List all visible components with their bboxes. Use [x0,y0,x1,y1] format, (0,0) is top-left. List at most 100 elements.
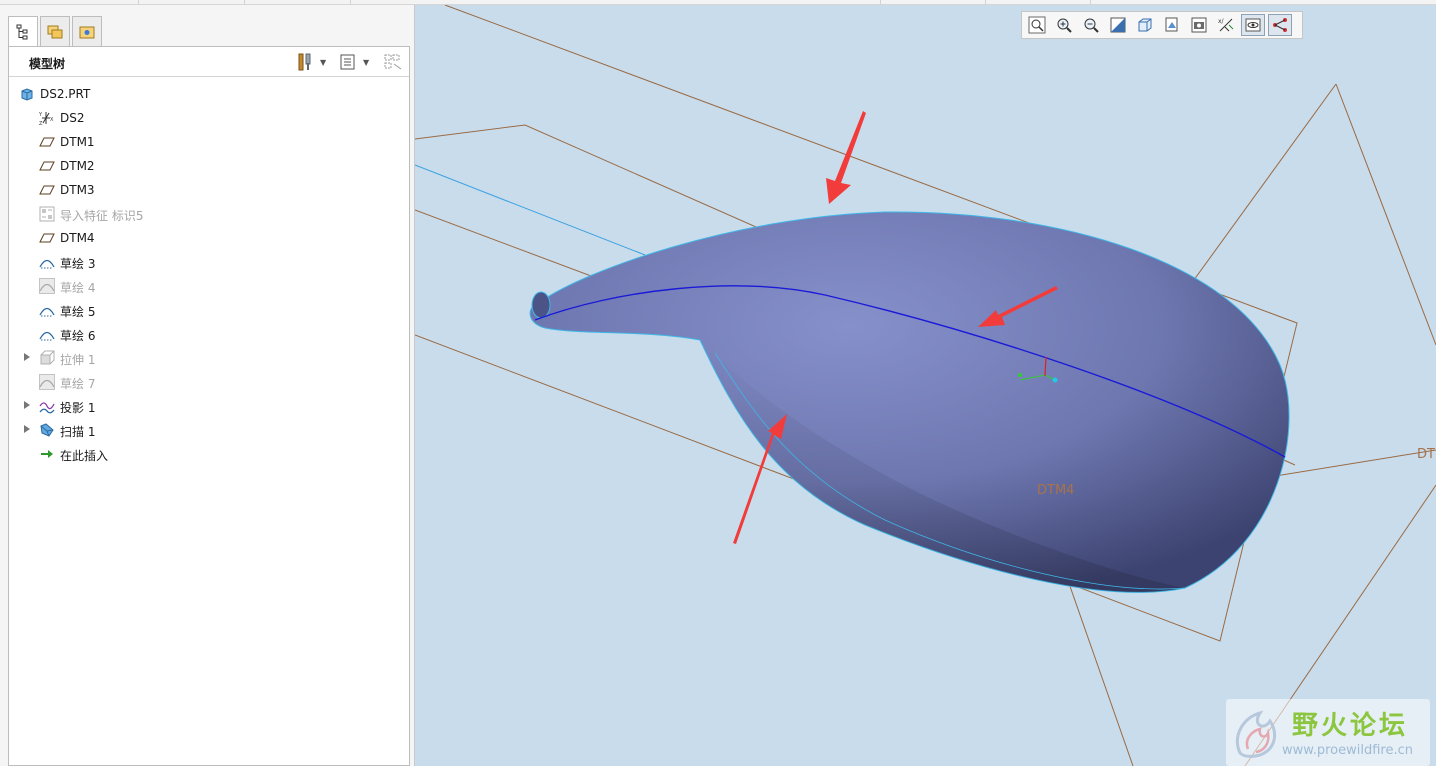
tools-icon [298,53,311,71]
chevron-down-icon: ▼ [363,57,370,67]
tree-item-label: 导入特征 标识5 [60,209,144,223]
tree-item-sketch-3[interactable]: 草绘 3 [9,251,409,273]
list-settings-icon [340,54,355,70]
dtm4-plane-label: DTM4 [1037,483,1075,498]
tree-item-dtm1[interactable]: DTM1 [9,131,409,153]
tree-item-dtm2[interactable]: DTM2 [9,155,409,177]
favorites-icon [79,26,95,38]
expand-arrow-icon[interactable] [24,401,30,409]
view-manager-icon [1191,17,1207,33]
sweep-surface-model[interactable] [529,211,1290,593]
import-feature-icon [39,206,55,222]
zoom-in-button[interactable] [1052,14,1076,36]
tree-item-label: 草绘 3 [60,257,96,271]
sweep-icon [40,423,54,437]
folder-browser-icon [47,25,63,38]
tree-item-extrude-1[interactable]: 拉伸 1 [9,347,409,369]
refit-icon [1028,16,1046,34]
tree-item-sweep-1[interactable]: 扫描 1 [9,419,409,441]
tree-item-label: 扫描 1 [60,425,96,439]
annotation-display-icon [1273,18,1287,32]
csys-icon: Y X Z [39,112,54,126]
datum-display-button[interactable]: x/ [1214,14,1238,36]
display-style-button[interactable] [1133,14,1157,36]
sketch-icon [39,331,55,341]
insert-here-icon [41,450,53,458]
datum-display-icon: x/ [1218,18,1234,32]
tree-item-insert-here[interactable]: 在此插入 [9,443,409,465]
zoom-out-icon [1084,18,1099,33]
tree-item-label: DS2 [60,111,85,125]
tree-columns-button[interactable]: ▼ [339,52,369,72]
watermark-url: www.proewildfire.cn [1282,743,1413,758]
svg-text:Y: Y [39,112,43,118]
tree-item-sketch-5[interactable]: 草绘 5 [9,299,409,321]
model-tree-tab[interactable] [8,16,38,47]
tree-item-ds2[interactable]: Y X Z DS2 [9,107,409,129]
annotation-display-button[interactable] [1268,14,1292,36]
tree-item-label: DTM3 [60,183,95,197]
tree-filter-button[interactable] [383,52,403,72]
tree-item-label: DTM1 [60,135,95,149]
model-tree-panel: 模型树 ▼ ▼ DS2.PRT Y X Z DS2 DTM1 DTM2 DTM3… [8,46,410,766]
saved-views-button[interactable] [1160,14,1184,36]
spin-center-button[interactable] [1241,14,1265,36]
sketch-icon [39,278,55,294]
favorites-tab[interactable] [72,16,102,46]
tree-item-label: 草绘 5 [60,305,96,319]
projection-icon [39,402,55,414]
saved-views-icon [1165,17,1178,32]
zoom-out-button[interactable] [1079,14,1103,36]
tree-item-label: 在此插入 [60,449,109,463]
datum-plane-icon [39,161,55,171]
model-tree-title: 模型树 [29,57,66,71]
tree-item-label: 草绘 4 [60,281,96,295]
tree-item-label: 草绘 7 [60,377,96,391]
refit-button[interactable] [1025,14,1049,36]
tree-item-dtm3[interactable]: DTM3 [9,179,409,201]
repaint-icon [1110,17,1126,33]
svg-text:x/: x/ [1218,18,1225,25]
tree-item-label: DTM4 [60,231,95,245]
sketch-icon [39,259,55,269]
tree-item-sketch-6[interactable]: 草绘 6 [9,323,409,345]
tree-item-projection-1[interactable]: 投影 1 [9,395,409,417]
tree-settings-button[interactable]: ▼ [296,52,326,72]
tree-item-ds2-prt[interactable]: DS2.PRT [9,83,409,105]
layer-tab[interactable] [40,16,70,46]
tree-item-label: 拉伸 1 [60,353,96,367]
zoom-in-icon [1057,18,1072,33]
datum-plane-icon [39,233,55,243]
datum-plane-icon [39,185,55,195]
repaint-button[interactable] [1106,14,1130,36]
view-manager-button[interactable] [1187,14,1211,36]
watermark-title: 野火论坛 [1292,711,1409,741]
axis-line [415,164,646,256]
navigator-panel: 模型树 ▼ ▼ DS2.PRT Y X Z DS2 DTM1 DTM2 DTM3… [0,5,415,766]
tree-item-label: DTM2 [60,159,95,173]
svg-text:X: X [50,117,54,123]
tree-item-label: DS2.PRT [40,87,91,101]
tree-item-import-feature[interactable]: 导入特征 标识5 [9,203,409,225]
datum-plane-icon [39,137,55,147]
tree-item-dtm4[interactable]: DTM4 [9,227,409,249]
expand-arrow-icon[interactable] [24,425,30,433]
navigator-tabs [8,16,104,47]
part-icon [21,88,33,101]
display-style-icon [1138,18,1152,32]
expand-arrow-icon[interactable] [24,353,30,361]
model-tree-icon [16,24,28,40]
spin-center-icon [1245,18,1261,32]
model-canvas[interactable] [415,5,1436,766]
model-tree-header: 模型树 ▼ ▼ [9,47,409,77]
show-hide-icon [384,54,402,70]
tree-item-sketch-7[interactable]: 草绘 7 [9,371,409,393]
tree-item-sketch-4[interactable]: 草绘 4 [9,275,409,297]
sketch-icon [39,374,55,390]
flame-logo-icon [1236,710,1277,758]
tree-item-label: 草绘 6 [60,329,96,343]
view-toolbar: x/ [1021,11,1303,39]
forum-watermark: 野火论坛 www.proewildfire.cn [1226,699,1430,766]
dt-plane-label: DT [1417,447,1435,462]
graphics-viewport[interactable]: DTM4 DT x/ 野火论坛 www.proewildfire.cn [415,5,1436,766]
